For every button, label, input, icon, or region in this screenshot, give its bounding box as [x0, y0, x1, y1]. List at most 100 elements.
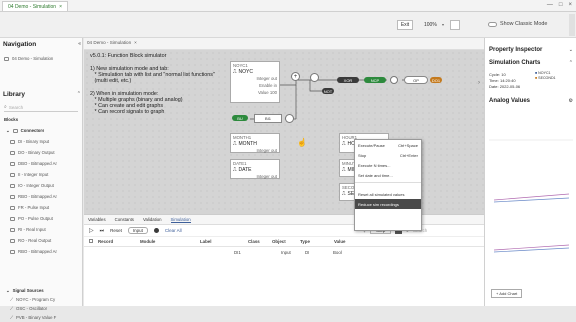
column-header[interactable]: Module	[140, 239, 200, 244]
library-item[interactable]: DO - Binary Output	[10, 147, 80, 158]
chevron-down-icon[interactable]: ⌄	[569, 47, 576, 53]
signal-item[interactable]: ⟋ OSC - Oscillator	[10, 304, 80, 313]
reset-button[interactable]: Reset	[110, 228, 122, 233]
library-item[interactable]: IO - Integer Output	[10, 180, 80, 191]
library-item[interactable]: DI - Binary Input	[10, 136, 80, 147]
column-header[interactable]: Type	[300, 239, 334, 244]
node-do1[interactable]: DO1	[430, 77, 442, 83]
block-icon	[10, 194, 15, 199]
column-header[interactable]: Label	[200, 239, 248, 244]
block-header: NOYC1	[233, 63, 248, 68]
signal-icon: ⟋	[10, 306, 14, 311]
context-menu-item[interactable]: Execute N times...	[355, 160, 421, 170]
library-item[interactable]: FR - Pulse Input	[10, 202, 80, 213]
collapse-icon[interactable]: ⌃	[77, 91, 81, 98]
step-icon[interactable]: ⏭	[100, 228, 105, 234]
library-item-label: RI - Real Input	[18, 227, 46, 232]
collapse-icon[interactable]: «	[78, 41, 81, 48]
input-filter[interactable]: Input	[127, 227, 148, 234]
close-icon[interactable]: ×	[59, 4, 62, 10]
noyc-block[interactable]: NOYC1 ⎍ NOYC Integer out Enable in Value …	[230, 61, 280, 103]
context-menu-item[interactable]: Stop Ctrl+Enter	[355, 150, 421, 160]
sim-charts-header: Simulation Charts ⌃	[485, 60, 576, 66]
zoom-fit-button[interactable]	[450, 20, 460, 30]
menu-item-label: Execute N times...	[358, 162, 391, 168]
blocks-label[interactable]: Blocks	[4, 114, 18, 125]
library-item[interactable]: RI - Real Input	[10, 224, 80, 235]
close-icon[interactable]: ×	[134, 40, 137, 45]
block-icon	[10, 183, 15, 188]
block-icon	[10, 161, 15, 166]
block-icon	[10, 238, 15, 243]
filter-badge-icon[interactable]	[153, 228, 159, 233]
node-xor[interactable]: XOR	[337, 77, 359, 83]
library-item[interactable]: PO - Pulse Output	[10, 213, 80, 224]
library-item[interactable]: II - Integer Input	[10, 169, 80, 180]
library-item[interactable]: DBO - Bitmapped Ar	[10, 158, 80, 169]
library-search[interactable]: ⌕ Search	[4, 103, 78, 112]
month-block[interactable]: MONTH1 ⎍ MONTH Integer out	[230, 133, 280, 153]
window-tab[interactable]: 04 Demo - Simulation ×	[2, 1, 68, 11]
diagram-canvas[interactable]: v5.0.1: Function Block simulator 1) New …	[84, 50, 484, 214]
classic-mode-toggle[interactable]	[488, 22, 497, 27]
document-tab-bar: 04 Demo - Simulation ×	[84, 38, 484, 50]
search-input[interactable]: Search	[9, 105, 23, 110]
nav-item[interactable]: 04 Demo - Simulation	[4, 53, 53, 64]
row-type: Bool	[333, 249, 342, 255]
inspector-header: Property Inspector ⌄	[485, 47, 576, 53]
show-classic-label: Show Classic Mode	[500, 21, 548, 27]
menu-item-shortcut: Ctrl+Enter	[399, 152, 418, 158]
zoom-level[interactable]: 100%	[424, 22, 437, 28]
library-item[interactable]: RO - Real Output	[10, 235, 80, 246]
context-menu-item[interactable]: Reduce sim recordings	[355, 199, 421, 209]
table-row[interactable]: DI1 Input DI Bool	[84, 247, 484, 257]
document-tab[interactable]: 04 Demo - Simulation ×	[87, 40, 137, 45]
tab-validation[interactable]: Validation	[143, 217, 162, 222]
column-header[interactable]: Object	[272, 239, 300, 244]
chevron-down-icon[interactable]: ▾	[442, 22, 444, 27]
junction-node[interactable]	[285, 114, 294, 123]
checkbox[interactable]	[84, 239, 98, 244]
node-bi1[interactable]: BI1	[254, 114, 282, 123]
library-item[interactable]: RBO - Bitmapped Ar	[10, 191, 80, 202]
context-menu-item[interactable]: Reset all simulated values	[355, 189, 421, 199]
add-node-icon[interactable]: +	[291, 72, 300, 81]
date-block[interactable]: DATE1 ⎍ DATE Integer out	[230, 159, 280, 179]
side-strip	[569, 14, 575, 36]
minimize-icon[interactable]: —	[547, 2, 553, 8]
node-not[interactable]: NOT	[322, 88, 334, 94]
nav-title: Navigation	[3, 41, 37, 48]
column-header[interactable]: Record	[98, 239, 140, 244]
block-icon	[10, 249, 15, 254]
nav-item-label: 04 Demo - Simulation	[12, 56, 54, 61]
node-bu[interactable]: BU	[232, 115, 248, 121]
signal-item[interactable]: ⟋ NOYC - Program Cy	[10, 295, 80, 304]
menu-item-label: Reduce sim recordings	[358, 201, 399, 207]
chevron-up-icon[interactable]: ⌃	[569, 60, 576, 66]
play-icon[interactable]: ▷	[89, 227, 94, 234]
date-value: 2022-05-06	[499, 84, 521, 89]
library-item-label: II - Integer Input	[18, 172, 49, 177]
add-chart-button[interactable]: + Add Chart	[491, 289, 523, 298]
clear-all-button[interactable]: Clear All	[165, 228, 182, 233]
maximize-icon[interactable]: □	[559, 2, 563, 8]
library-item[interactable]: RBO - Bitmapped Ar	[10, 246, 80, 257]
column-header[interactable]: Value	[334, 239, 364, 244]
context-menu-item[interactable]: Set date and time...	[355, 170, 421, 180]
table-header: Record Module Label Class Object Type Value	[84, 237, 484, 247]
context-menu-item[interactable]: Execute/Pause Ctrl+Space	[355, 140, 421, 150]
node-ncp[interactable]: NCP	[364, 77, 386, 83]
signal-item[interactable]: ⟋ PVB - Binary Value F	[10, 313, 80, 322]
node-op[interactable]: OP	[404, 76, 428, 84]
tab-constants[interactable]: Constants	[115, 217, 134, 222]
connectors-group[interactable]: ⌄ Connectors	[6, 125, 44, 136]
exit-button[interactable]: Exit	[397, 20, 413, 30]
tab-simulation[interactable]: Simulation	[170, 217, 191, 223]
junction-node[interactable]	[390, 76, 398, 84]
chevron-right-icon[interactable]: ›	[478, 80, 480, 86]
column-header[interactable]: Class	[248, 239, 272, 244]
tab-variables[interactable]: Variables	[88, 217, 106, 222]
sum-node[interactable]	[310, 73, 319, 82]
settings-icon[interactable]: ⚙	[569, 98, 576, 104]
close-window-icon[interactable]: ×	[568, 2, 572, 8]
